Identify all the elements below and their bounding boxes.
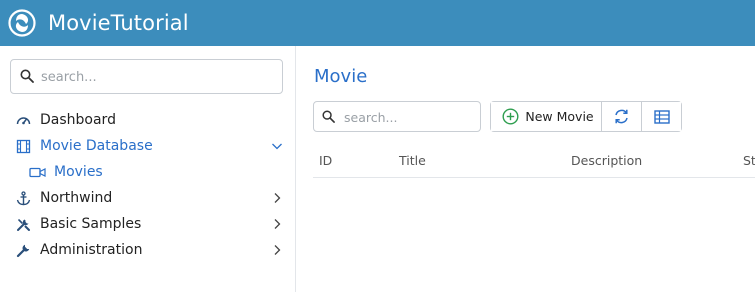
dashboard-icon [16, 117, 31, 125]
chevron-right-icon [274, 245, 281, 255]
sidebar-item-label: Basic Samples [40, 216, 142, 232]
column-picker-button[interactable] [642, 102, 681, 131]
app-title[interactable]: MovieTutorial [48, 9, 189, 37]
plus-circle-icon [502, 108, 519, 125]
sidebar-item-label: Movie Database [40, 138, 153, 154]
grid-search [313, 101, 481, 132]
app-logo-icon[interactable] [8, 9, 36, 37]
refresh-button[interactable] [602, 102, 642, 131]
video-camera-icon [29, 167, 46, 178]
sidebar-item-basic-samples[interactable]: Basic Samples [0, 212, 295, 236]
sidebar-item-movie-database[interactable]: Movie Database [0, 134, 295, 158]
chevron-down-icon [272, 143, 282, 150]
main-content: Movie New Movie [297, 46, 755, 292]
grid-search-input[interactable] [344, 107, 474, 127]
new-movie-button[interactable]: New Movie [491, 102, 602, 131]
sidebar-item-label: Northwind [40, 190, 113, 206]
sidebar-search [10, 59, 283, 94]
sidebar: Dashboard Movie Database Movies [0, 46, 296, 292]
chevron-right-icon [274, 193, 281, 203]
top-bar: MovieTutorial [0, 0, 755, 46]
tools-icon [17, 219, 30, 231]
column-header-title[interactable]: Title [399, 153, 426, 168]
sidebar-item-northwind[interactable]: Northwind [0, 186, 295, 210]
page-title: Movie [314, 66, 368, 87]
search-icon [20, 69, 34, 83]
grid-toolbar: New Movie [490, 101, 682, 132]
wrench-icon [16, 244, 30, 258]
sidebar-item-dashboard[interactable]: Dashboard [0, 108, 295, 132]
search-icon [322, 110, 335, 123]
column-header-id[interactable]: ID [319, 153, 332, 168]
sidebar-item-administration[interactable]: Administration [0, 238, 295, 262]
columns-icon [653, 109, 670, 124]
sidebar-search-input[interactable] [41, 66, 271, 88]
sidebar-item-movies[interactable]: Movies [0, 160, 295, 184]
new-movie-label: New Movie [525, 109, 594, 124]
column-header-storyline[interactable]: St [743, 153, 755, 168]
grid-header: ID Title Description St [313, 146, 755, 178]
anchor-icon [16, 191, 31, 206]
sidebar-item-label: Dashboard [40, 112, 116, 128]
chevron-right-icon [274, 219, 281, 229]
film-icon [16, 139, 31, 154]
sidebar-item-label: Movies [54, 164, 103, 180]
refresh-icon [615, 109, 628, 124]
column-header-description[interactable]: Description [571, 153, 642, 168]
sidebar-item-label: Administration [40, 242, 143, 258]
